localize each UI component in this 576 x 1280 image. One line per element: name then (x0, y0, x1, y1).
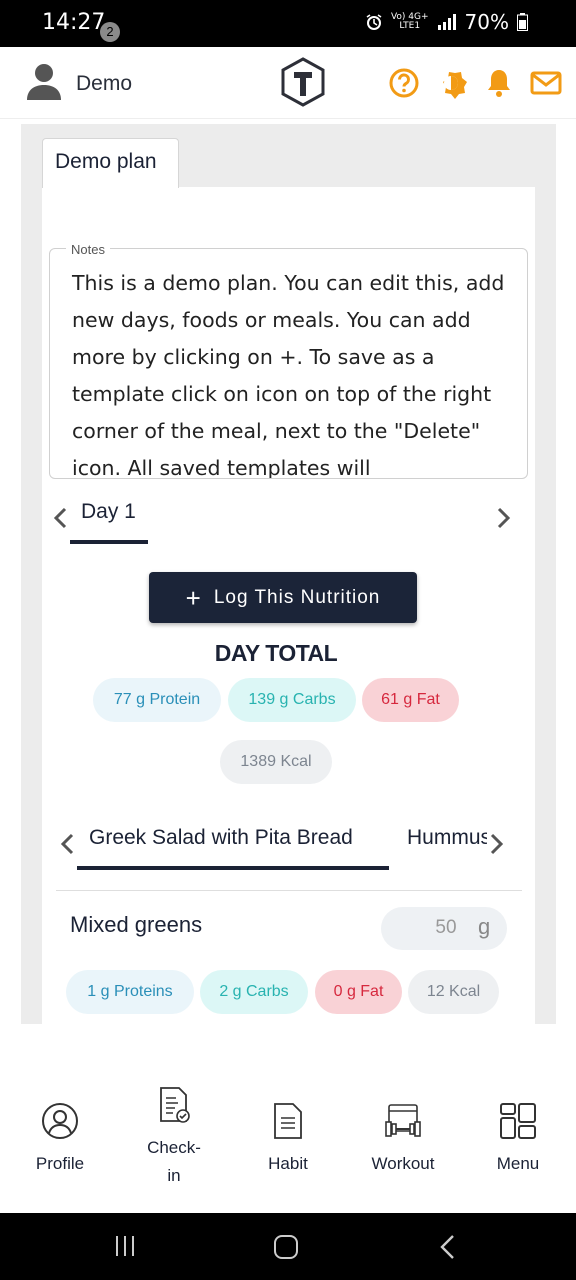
nav-workout[interactable]: Workout (358, 1102, 448, 1174)
notification-count-badge: 2 (100, 22, 120, 42)
day-kcal-badge: 1389 Kcal (220, 740, 332, 784)
nav-menu-label: Menu (496, 1154, 540, 1173)
avatar-icon[interactable] (26, 63, 62, 101)
notes-field[interactable]: This is a demo plan. You can edit this, … (49, 248, 528, 479)
food-name: Mixed greens (70, 912, 203, 937)
meal-tab-indicator (77, 866, 389, 870)
alarm-icon (366, 14, 382, 30)
status-time: 14:27 (42, 10, 106, 35)
bell-icon[interactable] (483, 67, 515, 99)
log-nutrition-label: Log This Nutrition (213, 586, 381, 608)
day-total-title: DAY TOTAL (214, 640, 338, 666)
meal-prev-chevron-icon[interactable] (58, 830, 76, 858)
plus-icon: + (185, 582, 202, 613)
logo-icon (281, 57, 325, 107)
day-protein-badge: 77 g Protein (93, 678, 221, 722)
day-carbs-badge: 139 g Carbs (228, 678, 356, 722)
food-fat-badge: 0 g Fat (315, 970, 402, 1014)
nav-habit-label: Habit (268, 1154, 308, 1173)
signal-icon (437, 14, 456, 30)
app-header: Demo (0, 47, 576, 119)
status-bar: 14:27 2 Vo) 4G+ LTE1 70% (0, 0, 576, 47)
notes-label: Notes (66, 242, 110, 257)
help-icon[interactable] (388, 67, 420, 99)
day-tab-indicator (70, 540, 148, 544)
food-quantity-value[interactable]: 50 (421, 917, 471, 939)
tab-meal-greek-salad[interactable]: Greek Salad with Pita Bread (89, 826, 353, 850)
food-protein-badge: 1 g Proteins (66, 970, 194, 1014)
food-kcal-badge: 12 Kcal (408, 970, 499, 1014)
menu-grid-icon (500, 1103, 536, 1139)
bottom-navigation: Profile Check- in Habit Workout Menu (0, 1082, 576, 1212)
day-next-chevron-icon[interactable] (494, 504, 514, 532)
notes-text[interactable]: This is a demo plan. You can edit this, … (72, 265, 512, 478)
tab-meal-hummus[interactable]: Hummus (407, 826, 487, 850)
habit-icon (274, 1103, 302, 1139)
status-icons: Vo) 4G+ LTE1 70% (365, 10, 528, 34)
mail-icon[interactable] (530, 67, 562, 99)
log-nutrition-button[interactable]: + Log This Nutrition (149, 572, 417, 623)
system-navigation-bar (0, 1213, 576, 1280)
food-quantity-unit: g (478, 914, 491, 939)
nav-checkin-label: Check- in (147, 1138, 201, 1185)
day-prev-chevron-icon[interactable] (50, 504, 70, 532)
network-type: Vo) 4G+ LTE1 (390, 12, 429, 31)
recent-apps-icon[interactable] (113, 1234, 137, 1258)
back-icon[interactable] (437, 1234, 459, 1260)
day-fat-badge: 61 g Fat (362, 678, 459, 722)
tab-demo-plan[interactable]: Demo plan (42, 138, 179, 188)
meal-next-chevron-icon[interactable] (488, 830, 506, 858)
username[interactable]: Demo (76, 72, 132, 96)
nav-workout-label: Workout (371, 1154, 435, 1173)
nav-habit[interactable]: Habit (248, 1102, 328, 1174)
home-icon[interactable] (273, 1234, 299, 1260)
nav-menu[interactable]: Menu (478, 1102, 558, 1174)
meal-divider (56, 890, 522, 891)
battery-icon (517, 13, 528, 31)
profile-icon (42, 1103, 78, 1139)
workout-icon (385, 1104, 421, 1137)
food-quantity-input[interactable]: 50 g (381, 907, 507, 950)
nav-profile-label: Profile (35, 1154, 85, 1173)
food-carbs-badge: 2 g Carbs (200, 970, 308, 1014)
nav-profile[interactable]: Profile (20, 1102, 100, 1174)
theme-icon[interactable] (435, 67, 467, 99)
nav-checkin[interactable]: Check- in (134, 1086, 214, 1190)
battery-percent: 70% (464, 10, 509, 34)
tab-day-1[interactable]: Day 1 (81, 500, 136, 524)
checkin-icon (160, 1087, 190, 1123)
